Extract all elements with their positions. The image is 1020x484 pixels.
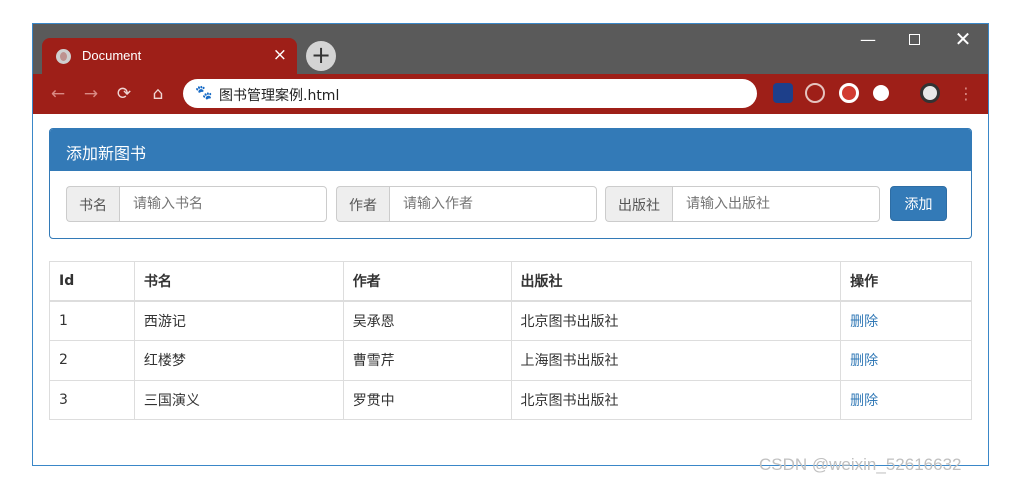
extension-icon-1[interactable] xyxy=(773,83,793,103)
books-table: Id 书名 作者 出版社 操作 1 西游记 吴承恩 北京图书出版社 删除 2 红 xyxy=(49,261,972,420)
tab-title: Document xyxy=(82,48,142,63)
panel-title: 添加新图书 xyxy=(50,129,971,171)
book-name-label: 书名 xyxy=(66,186,119,222)
table-header-row: Id 书名 作者 出版社 操作 xyxy=(49,261,972,302)
tab-close-icon[interactable]: × xyxy=(273,45,287,65)
cell-id: 2 xyxy=(49,340,135,381)
publisher-label: 出版社 xyxy=(605,186,672,222)
new-tab-button[interactable]: + xyxy=(306,41,336,71)
cell-action: 删除 xyxy=(840,379,972,420)
cell-action: 删除 xyxy=(840,340,972,381)
add-book-panel: 添加新图书 书名 作者 出版社 添加 xyxy=(49,128,972,239)
home-icon[interactable]: ⌂ xyxy=(147,83,169,105)
header-id: Id xyxy=(49,261,135,302)
extension-icon-3[interactable] xyxy=(839,83,859,103)
author-label: 作者 xyxy=(336,186,389,222)
publisher-input[interactable] xyxy=(672,186,880,222)
header-name: 书名 xyxy=(133,261,344,302)
cell-author: 罗贯中 xyxy=(342,379,512,420)
browser-tab[interactable]: Document × xyxy=(42,38,297,75)
add-button[interactable]: 添加 xyxy=(890,186,947,221)
cell-author: 吴承恩 xyxy=(342,300,512,341)
header-action: 操作 xyxy=(840,261,972,302)
forward-arrow-icon[interactable]: → xyxy=(80,83,102,105)
cell-name: 西游记 xyxy=(133,300,344,341)
table-row: 3 三国演义 罗贯中 北京图书出版社 删除 xyxy=(49,379,972,420)
cell-action: 删除 xyxy=(840,300,972,341)
cell-id: 3 xyxy=(49,379,135,420)
author-input[interactable] xyxy=(389,186,597,222)
publisher-group: 出版社 xyxy=(605,186,880,222)
cell-publisher: 北京图书出版社 xyxy=(510,379,842,420)
extension-icon-2[interactable] xyxy=(805,83,825,103)
delete-link[interactable]: 删除 xyxy=(850,314,878,330)
author-group: 作者 xyxy=(336,186,597,222)
table-row: 2 红楼梦 曹雪芹 上海图书出版社 删除 xyxy=(49,340,972,381)
delete-link[interactable]: 删除 xyxy=(850,353,878,369)
back-arrow-icon[interactable]: ← xyxy=(47,83,69,105)
cell-name: 红楼梦 xyxy=(133,340,344,381)
cell-name: 三国演义 xyxy=(133,379,344,420)
address-bar[interactable]: 🐾 图书管理案例.html xyxy=(183,79,757,108)
browser-window: Document × + — ✕ ← → ⟳ ⌂ 🐾 图书管理案例.html ⋮… xyxy=(32,23,989,466)
globe-icon xyxy=(56,49,71,64)
book-name-input[interactable] xyxy=(119,186,327,222)
cell-publisher: 北京图书出版社 xyxy=(510,300,842,341)
book-name-group: 书名 xyxy=(66,186,327,222)
browser-toolbar: ← → ⟳ ⌂ 🐾 图书管理案例.html ⋮ xyxy=(33,74,988,114)
maximize-icon xyxy=(908,34,920,45)
cell-publisher: 上海图书出版社 xyxy=(510,340,842,381)
tab-strip: Document × + — ✕ xyxy=(33,24,988,75)
page-content: 添加新图书 书名 作者 出版社 添加 xyxy=(33,114,988,465)
watermark: CSDN @weixin_52616632 xyxy=(759,455,962,474)
maximize-button[interactable] xyxy=(899,30,929,49)
reload-icon[interactable]: ⟳ xyxy=(113,83,135,105)
header-author: 作者 xyxy=(342,261,512,302)
url-text: 图书管理案例.html xyxy=(219,88,340,104)
delete-link[interactable]: 删除 xyxy=(850,393,878,409)
window-close-button[interactable]: ✕ xyxy=(948,27,978,51)
menu-dots-icon[interactable]: ⋮ xyxy=(955,83,977,105)
paw-icon: 🐾 xyxy=(195,85,213,101)
table-row: 1 西游记 吴承恩 北京图书出版社 删除 xyxy=(49,300,972,341)
cell-id: 1 xyxy=(49,300,135,341)
cell-author: 曹雪芹 xyxy=(342,340,512,381)
avatar[interactable] xyxy=(920,83,940,103)
minimize-button[interactable]: — xyxy=(853,30,883,49)
extension-icon-4[interactable] xyxy=(873,85,889,101)
header-publisher: 出版社 xyxy=(510,261,842,302)
